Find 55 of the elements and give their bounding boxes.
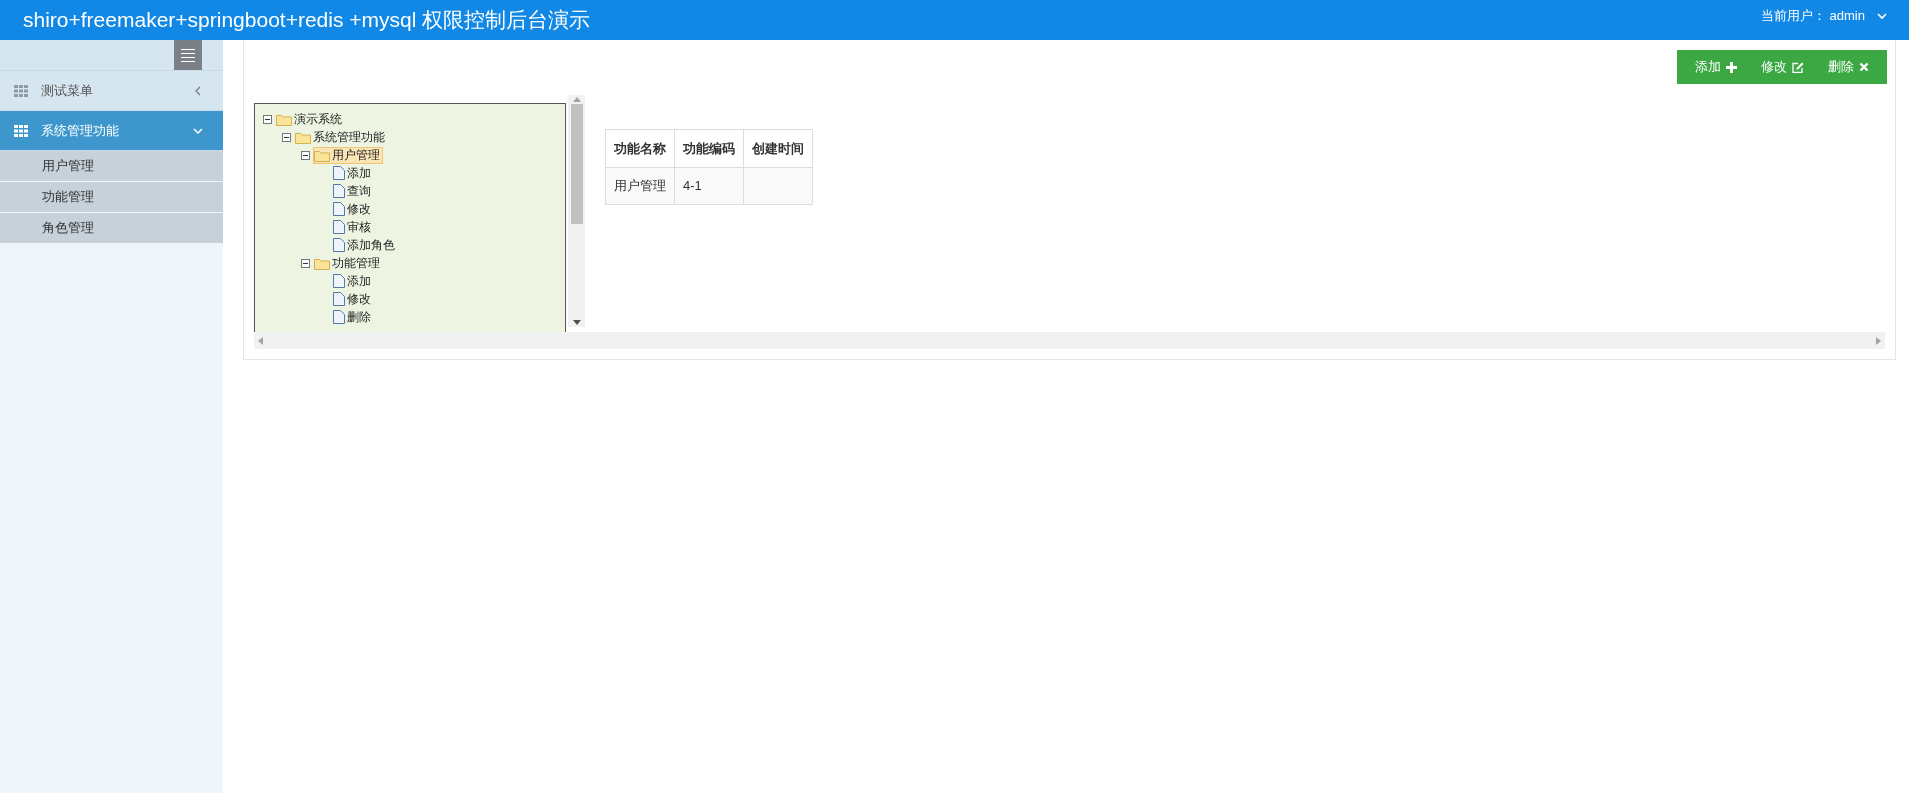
menu-toggle-button[interactable] [174,40,202,70]
submenu-item[interactable]: 用户管理 [0,151,223,182]
document-icon [333,292,345,306]
document-icon [333,238,345,252]
grid-icon [14,84,29,97]
tree-node[interactable]: 添加 [332,272,374,290]
tree-node[interactable]: 审核 [332,218,374,236]
tree-node[interactable]: 查询 [332,182,374,200]
plus-icon [1726,61,1737,73]
tree-node[interactable]: 系统管理功能 [294,128,388,146]
column-header: 功能名称 [605,129,675,168]
folder-icon [314,148,330,162]
close-icon [1859,62,1869,72]
folder-icon [314,256,330,270]
vertical-scrollbar[interactable] [568,95,585,327]
submenu-item[interactable]: 功能管理 [0,182,223,213]
collapse-icon[interactable] [263,114,272,124]
table-cell: 用户管理 [605,167,675,205]
collapse-icon[interactable] [282,132,291,142]
scroll-down-icon[interactable] [572,320,581,325]
app-title: shiro+freemaker+springboot+redis +mysql 权限控制后台演示 [23,7,591,34]
document-icon [333,220,345,234]
document-icon [333,202,345,216]
collapse-icon[interactable] [301,150,310,160]
tree-node[interactable]: 演示系统 [275,110,345,128]
chevron-down-icon [1877,10,1887,21]
chevron-left-icon [193,85,203,96]
tree-node[interactable]: 修改 [332,200,374,218]
submenu-item[interactable]: 角色管理 [0,213,223,244]
chevron-down-icon [193,125,203,136]
column-header: 功能编码 [674,129,744,168]
tree-node[interactable]: 修改 [332,290,374,308]
scroll-right-icon[interactable] [1876,336,1881,345]
user-menu[interactable]: 当前用户： admin [1760,6,1887,26]
folder-icon [295,130,311,144]
tree-node[interactable]: 功能管理 [313,254,383,272]
edit-icon [1792,61,1804,73]
folder-icon [276,112,292,126]
tree-node[interactable]: 用户管理 [313,146,383,164]
scroll-left-icon[interactable] [258,336,263,345]
column-header: 创建时间 [743,129,813,168]
horizontal-scrollbar[interactable] [254,332,1885,349]
document-icon [333,310,345,324]
sidebar-menu-item[interactable]: 测试菜单 [0,71,223,111]
tree-node[interactable]: 添加角色 [332,236,398,254]
tree-node[interactable]: 删除 [332,308,374,326]
document-icon [333,184,345,198]
grid-icon [14,124,29,137]
scroll-up-icon[interactable] [572,97,581,102]
tree-node[interactable]: 添加 [332,164,374,182]
collapse-icon[interactable] [301,258,310,268]
document-icon [333,274,345,288]
table-cell: 4-1 [674,167,744,205]
document-icon [333,166,345,180]
scrollbar-thumb[interactable] [570,104,583,224]
